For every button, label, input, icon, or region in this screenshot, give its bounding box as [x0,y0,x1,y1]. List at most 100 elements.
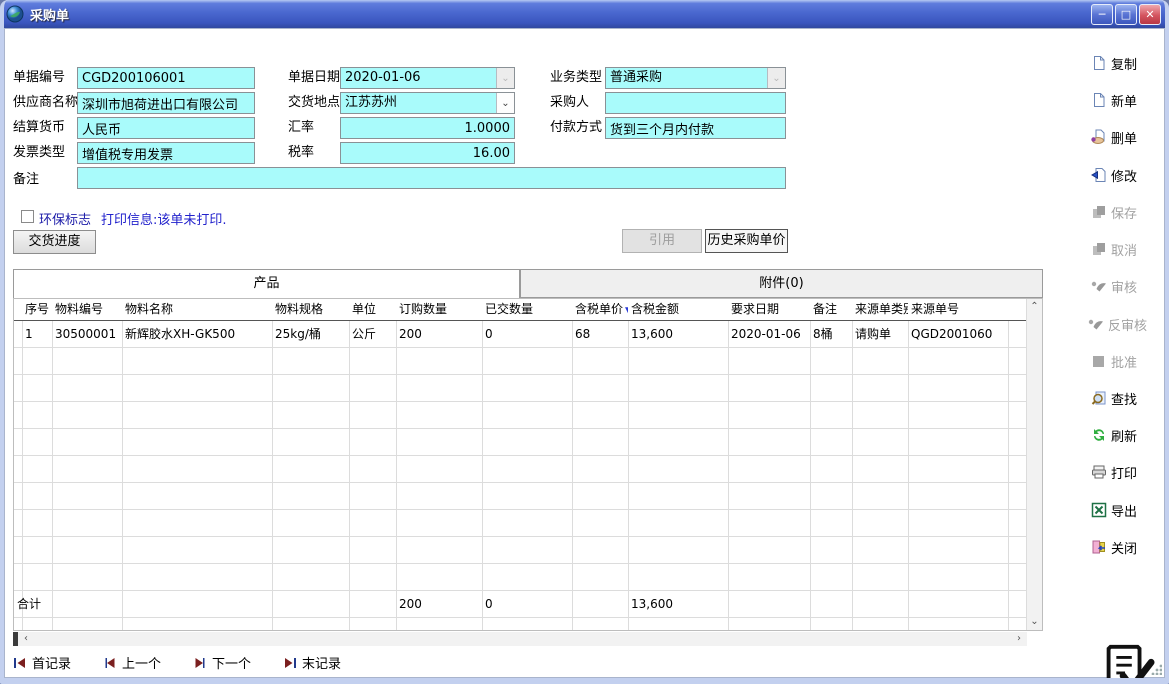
header-material-name[interactable]: 物料名称 [122,299,272,320]
tab-product[interactable]: 产品 [13,269,520,298]
cell-unit: 公斤 [349,321,396,347]
unaudit-icon [1088,316,1104,332]
next-record-button[interactable]: 下一个 [193,653,251,672]
purchase-order-window: 采购单 ─ □ ✕ 单据编号 供应商名称 结算货币 发票类型 备注 单据日期 2… [0,0,1169,684]
header-unit[interactable]: 单位 [349,299,396,320]
horizontal-scrollbar[interactable]: ‹ › [13,632,1027,646]
remark-label: 备注 [13,169,39,191]
header-required-date[interactable]: 要求日期 [728,299,810,320]
cell-source-type: 请购单 [852,321,908,347]
delivery-place-combo[interactable]: 江苏苏州 ⌄ [340,92,515,114]
previous-record-button[interactable]: 上一个 [103,653,161,672]
exchange-rate-field[interactable] [340,117,515,139]
tax-rate-field[interactable] [340,142,515,164]
cell-ordered-qty: 200 [396,321,482,347]
scroll-down-icon[interactable]: ⌄ [1027,614,1042,630]
refresh-button[interactable]: 刷新 [1091,423,1169,447]
cancel-button[interactable]: 取消 [1091,237,1169,261]
export-excel-icon [1091,502,1107,518]
copy-button[interactable]: 复制 [1091,51,1169,75]
cancel-icon [1091,241,1107,257]
header-remark[interactable]: 备注 [810,299,852,320]
total-row: 合计 200 0 13,600 [14,591,1027,618]
row-selector[interactable] [14,321,22,347]
delete-doc-button[interactable]: 删单 [1091,125,1169,149]
chevron-down-icon[interactable]: ⌄ [496,68,514,88]
header-unit-price[interactable]: 含税单价▼ [572,299,628,320]
eco-mark-label: 环保标志 [39,209,91,228]
new-doc-icon [1091,92,1107,108]
close-doc-button[interactable]: 关闭 [1091,535,1169,559]
close-button[interactable]: ✕ [1139,4,1161,25]
total-ordered-qty: 200 [396,591,482,617]
delivery-place-value: 江苏苏州 [341,93,496,113]
chevron-down-icon[interactable]: ⌄ [767,68,785,88]
close-doc-icon [1091,539,1107,555]
cell-unit-price: 68 [572,321,628,347]
print-icon [1091,464,1107,480]
find-button[interactable]: 查找 [1091,386,1169,410]
purchaser-field[interactable] [605,92,786,114]
previous-record-icon [103,656,117,670]
cell-delivered-qty: 0 [482,321,572,347]
table-header-row: 序号 物料编号 物料名称 物料规格 单位 订购数量 已交数量 含税单价▼ 含税金… [14,299,1027,321]
doc-date-combo[interactable]: 2020-01-06 ⌄ [340,67,515,89]
save-button[interactable]: 保存 [1091,200,1169,224]
print-button[interactable]: 打印 [1091,460,1169,484]
supplier-field[interactable] [77,92,255,114]
header-material-spec[interactable]: 物料规格 [272,299,349,320]
currency-field[interactable] [77,117,255,139]
tax-rate-label: 税率 [288,142,314,164]
chevron-down-icon[interactable]: ⌄ [496,93,514,113]
vertical-scrollbar[interactable]: ⌃ ⌄ [1026,299,1042,630]
minimize-button[interactable]: ─ [1091,4,1113,25]
business-type-value: 普通采购 [606,68,767,88]
payment-method-field[interactable] [605,117,786,139]
eco-mark-checkbox[interactable] [21,210,34,223]
header-seq[interactable]: 序号 [22,299,52,320]
unaudit-button[interactable]: 反审核 [1088,312,1169,336]
header-source-type[interactable]: 来源单类别 [852,299,908,320]
scroll-up-icon[interactable]: ⌃ [1027,299,1042,315]
doc-date-label: 单据日期 [288,67,340,89]
first-record-icon [13,656,27,670]
cell-seq: 1 [22,321,52,347]
invoice-type-field[interactable] [77,142,255,164]
new-doc-button[interactable]: 新单 [1091,88,1169,112]
header-material-no[interactable]: 物料编号 [52,299,122,320]
total-delivered-qty: 0 [482,591,572,617]
last-record-button[interactable]: 末记录 [283,653,341,672]
row-selector-header [14,299,22,320]
header-ordered-qty[interactable]: 订购数量 [396,299,482,320]
business-type-combo[interactable]: 普通采购 ⌄ [605,67,786,89]
quote-button[interactable]: 引用 [622,229,702,253]
approve-icon [1091,353,1107,369]
delivery-progress-button[interactable]: 交货进度 [13,230,96,254]
last-record-icon [283,656,297,670]
resize-grip-icon[interactable] [1150,663,1162,675]
export-button[interactable]: 导出 [1091,498,1169,522]
header-source-no[interactable]: 来源单号 [908,299,1008,320]
scroll-right-icon[interactable]: › [1011,632,1027,646]
modify-button[interactable]: 修改 [1091,163,1169,187]
audit-icon [1091,278,1107,294]
history-price-button[interactable]: 历史采购单价 [705,229,788,253]
audit-button[interactable]: 审核 [1091,274,1169,298]
delete-doc-icon [1091,129,1107,145]
record-navigation: 首记录 上一个 下一个 末记录 [13,653,341,672]
remark-field[interactable] [77,167,786,189]
scroll-left-icon[interactable]: ‹ [18,632,34,646]
app-globe-icon [6,5,24,23]
maximize-button[interactable]: □ [1115,4,1137,25]
tab-attachment[interactable]: 附件(0) [520,269,1043,298]
doc-no-label: 单据编号 [13,67,65,89]
product-grid: 序号 物料编号 物料名称 物料规格 单位 订购数量 已交数量 含税单价▼ 含税金… [14,299,1027,630]
title-bar: 采购单 ─ □ ✕ [0,0,1169,28]
table-row[interactable]: 1 30500001 新辉胶水XH-GK500 25kg/桶 公斤 200 0 … [14,321,1027,348]
supplier-label: 供应商名称 [13,92,78,114]
header-amount[interactable]: 含税金额 [628,299,728,320]
first-record-button[interactable]: 首记录 [13,653,71,672]
header-delivered-qty[interactable]: 已交数量 [482,299,572,320]
doc-no-field[interactable] [77,67,255,89]
approve-button[interactable]: 批准 [1091,349,1169,373]
